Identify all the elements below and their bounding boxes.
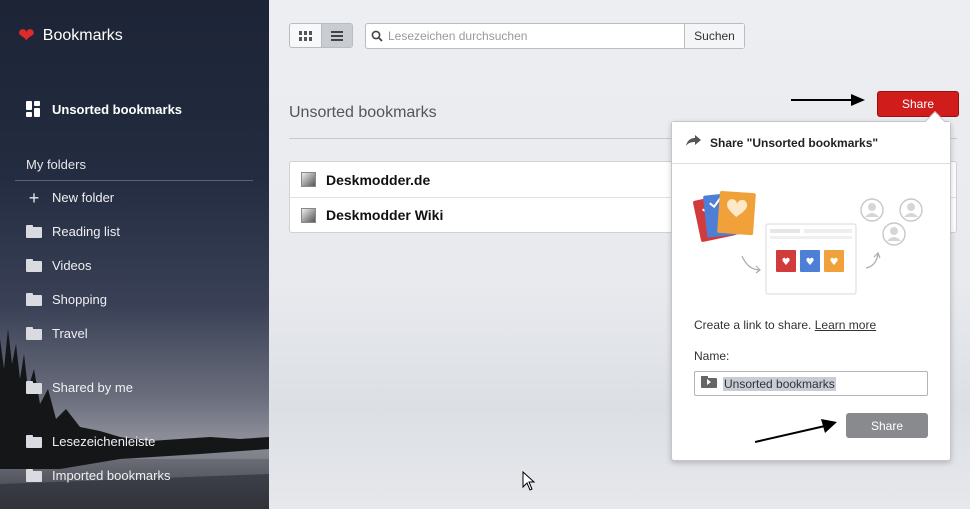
annotation-arrow-icon	[755, 419, 837, 443]
annotation-arrow-icon	[791, 94, 865, 106]
page-title: Unsorted bookmarks	[289, 104, 437, 121]
bookmark-title: Deskmodder.de	[326, 171, 431, 188]
sidebar-item-label: Travel	[52, 326, 88, 341]
sidebar-item-label: Videos	[52, 258, 92, 273]
share-illustration: ♥ ♥ ♥	[693, 190, 923, 295]
sidebar-item-shopping[interactable]: Shopping	[26, 292, 107, 307]
folder-icon	[26, 435, 42, 448]
sidebar-divider	[15, 180, 253, 181]
sidebar-item-reading-list[interactable]: Reading list	[26, 224, 120, 239]
sidebar-item-label: Unsorted bookmarks	[52, 101, 183, 117]
app-brand[interactable]: ❤ Bookmarks	[18, 26, 123, 46]
name-label: Name:	[694, 349, 730, 363]
folder-icon	[26, 259, 42, 272]
grid-icon	[298, 30, 312, 41]
main-content: Suchen Unsorted bookmarks Share Deskmodd…	[269, 0, 970, 509]
search-icon	[366, 24, 388, 48]
sidebar-item-label: Reading list	[52, 224, 120, 239]
new-folder-button[interactable]: + New folder	[26, 187, 115, 208]
sidebar-item-lesezeichenleiste[interactable]: Lesezeichenleiste	[26, 434, 155, 449]
name-value: Unsorted bookmarks	[723, 376, 836, 391]
plus-icon: +	[28, 187, 40, 208]
svg-text:♥: ♥	[782, 257, 791, 268]
bookmark-title: Deskmodder Wiki	[326, 207, 444, 223]
heart-icon: ❤	[18, 25, 35, 47]
sidebar-item-unsorted[interactable]: Unsorted bookmarks	[26, 101, 182, 117]
folder-icon	[26, 293, 42, 306]
new-folder-label: New folder	[52, 190, 115, 205]
search-bar: Suchen	[365, 23, 745, 49]
sidebar-item-label: Lesezeichenleiste	[52, 434, 156, 449]
app-title: Bookmarks	[42, 27, 123, 44]
sidebar-item-label: Shopping	[52, 292, 107, 307]
mouse-cursor-icon	[522, 471, 536, 491]
sidebar-item-label: Shared by me	[52, 380, 133, 395]
search-input[interactable]	[388, 24, 684, 48]
sidebar: ❤ Bookmarks Unsorted bookmarks My folder…	[0, 0, 269, 509]
grid-view-button[interactable]	[290, 24, 321, 47]
favicon-icon	[301, 172, 316, 187]
sidebar-item-label: Imported bookmarks	[52, 468, 171, 483]
popup-header: Share "Unsorted bookmarks"	[672, 122, 950, 164]
share-button[interactable]: Share	[877, 91, 959, 117]
svg-text:♥: ♥	[806, 257, 815, 268]
my-folders-heading: My folders	[26, 157, 86, 172]
sidebar-item-videos[interactable]: Videos	[26, 258, 92, 273]
folder-share-icon	[701, 375, 717, 393]
sidebar-item-shared[interactable]: Shared by me	[26, 380, 133, 395]
favicon-icon	[301, 207, 316, 223]
folder-icon	[26, 327, 42, 340]
share-popup: Share "Unsorted bookmarks" ♥ ♥ ♥ Create …	[671, 111, 951, 461]
sidebar-item-imported[interactable]: Imported bookmarks	[26, 468, 171, 483]
folder-icon	[26, 381, 42, 394]
folder-icon	[26, 469, 42, 482]
speed-dial-icon	[26, 101, 42, 117]
sidebar-item-travel[interactable]: Travel	[26, 326, 88, 341]
share-description-text: Create a link to share.	[694, 318, 812, 332]
svg-text:♥: ♥	[830, 257, 839, 268]
share-arrow-icon	[686, 135, 702, 150]
name-field[interactable]: Unsorted bookmarks	[694, 371, 928, 396]
list-view-button[interactable]	[320, 24, 352, 47]
list-icon	[330, 30, 343, 41]
learn-more-link[interactable]: Learn more	[815, 318, 876, 332]
view-toggle	[289, 23, 353, 48]
search-button[interactable]: Suchen	[684, 24, 744, 48]
share-description: Create a link to share. Learn more	[694, 318, 876, 332]
popup-share-button[interactable]: Share	[846, 413, 928, 438]
popup-title: Share "Unsorted bookmarks"	[710, 135, 879, 150]
folder-icon	[26, 225, 42, 238]
